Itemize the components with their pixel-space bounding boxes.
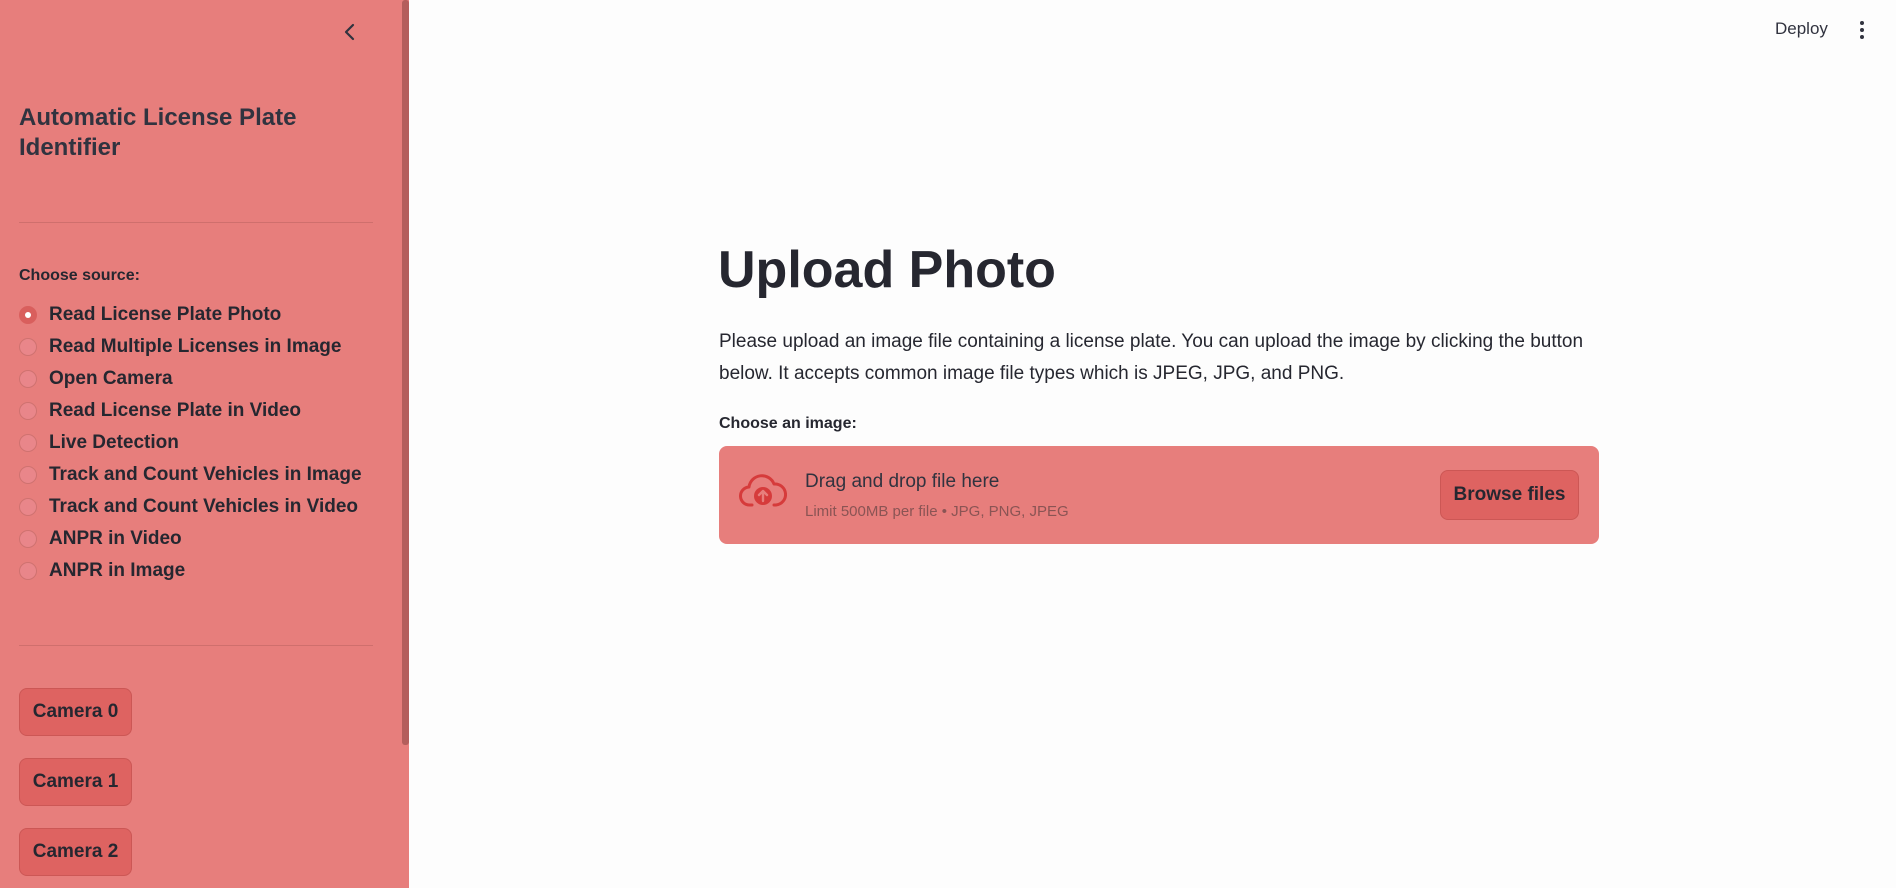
radio-button[interactable] xyxy=(19,402,37,420)
radio-option-label: Live Detection xyxy=(49,432,179,453)
vertical-dots-icon xyxy=(1860,21,1864,25)
radio-button[interactable] xyxy=(19,434,37,452)
radio-option-label: ANPR in Image xyxy=(49,560,186,581)
radio-button[interactable] xyxy=(19,466,37,484)
radio-button[interactable] xyxy=(19,562,37,580)
dropzone-limit-text: Limit 500MB per file • JPG, PNG, JPEG xyxy=(805,503,1069,520)
radio-option-label: Track and Count Vehicles in Image xyxy=(49,464,362,485)
radio-option-open-camera[interactable]: Open Camera xyxy=(19,363,362,395)
radio-option-read-plate-in-video[interactable]: Read License Plate in Video xyxy=(19,395,362,427)
camera-1-button[interactable]: Camera 1 xyxy=(19,758,132,806)
collapse-sidebar-button[interactable] xyxy=(338,18,362,46)
page-description: Please upload an image file containing a… xyxy=(719,331,1584,384)
radio-button-checked[interactable] xyxy=(19,306,37,324)
radio-button[interactable] xyxy=(19,498,37,516)
radio-button[interactable] xyxy=(19,370,37,388)
chevron-left-icon xyxy=(344,23,355,41)
radio-option-track-count-image[interactable]: Track and Count Vehicles in Image xyxy=(19,459,362,491)
radio-option-read-license-plate-photo[interactable]: Read License Plate Photo xyxy=(19,299,362,331)
radio-option-label: Track and Count Vehicles in Video xyxy=(49,496,359,517)
radio-option-label: Read Multiple Licenses in Image xyxy=(49,336,342,357)
radio-button[interactable] xyxy=(19,338,37,356)
browse-files-button[interactable]: Browse files xyxy=(1440,470,1579,520)
sidebar-divider xyxy=(19,645,373,646)
radio-option-label: ANPR in Video xyxy=(49,528,182,549)
file-dropzone[interactable]: Drag and drop file here Limit 500MB per … xyxy=(719,446,1599,544)
camera-0-button[interactable]: Camera 0 xyxy=(19,688,132,736)
source-radio-group: Read License Plate Photo Read Multiple L… xyxy=(19,299,362,587)
radio-option-anpr-image[interactable]: ANPR in Image xyxy=(19,555,362,587)
uploader-label: Choose an image: xyxy=(719,415,857,432)
main-menu-button[interactable] xyxy=(1852,16,1872,44)
camera-2-button[interactable]: Camera 2 xyxy=(19,828,132,876)
radio-option-label: Read License Plate in Video xyxy=(49,400,302,421)
app-title: Automatic License Plate Identifier xyxy=(19,104,297,161)
radio-button[interactable] xyxy=(19,530,37,548)
sidebar-divider xyxy=(19,222,373,223)
sidebar-scrollbar[interactable] xyxy=(402,0,409,745)
sidebar: Automatic License Plate Identifier Choos… xyxy=(0,0,409,888)
vertical-dots-icon xyxy=(1860,35,1864,39)
source-radio-label: Choose source: xyxy=(19,267,140,284)
radio-option-read-multiple-licenses[interactable]: Read Multiple Licenses in Image xyxy=(19,331,362,363)
cloud-upload-icon xyxy=(739,474,787,507)
page-title: Upload Photo xyxy=(718,241,1056,299)
radio-option-live-detection[interactable]: Live Detection xyxy=(19,427,362,459)
vertical-dots-icon xyxy=(1860,28,1864,32)
radio-option-label: Read License Plate Photo xyxy=(49,304,282,325)
radio-option-anpr-video[interactable]: ANPR in Video xyxy=(19,523,362,555)
deploy-button[interactable]: Deploy xyxy=(1775,19,1828,39)
radio-option-track-count-video[interactable]: Track and Count Vehicles in Video xyxy=(19,491,362,523)
radio-option-label: Open Camera xyxy=(49,368,173,389)
dropzone-instructions: Drag and drop file here xyxy=(805,471,1000,492)
